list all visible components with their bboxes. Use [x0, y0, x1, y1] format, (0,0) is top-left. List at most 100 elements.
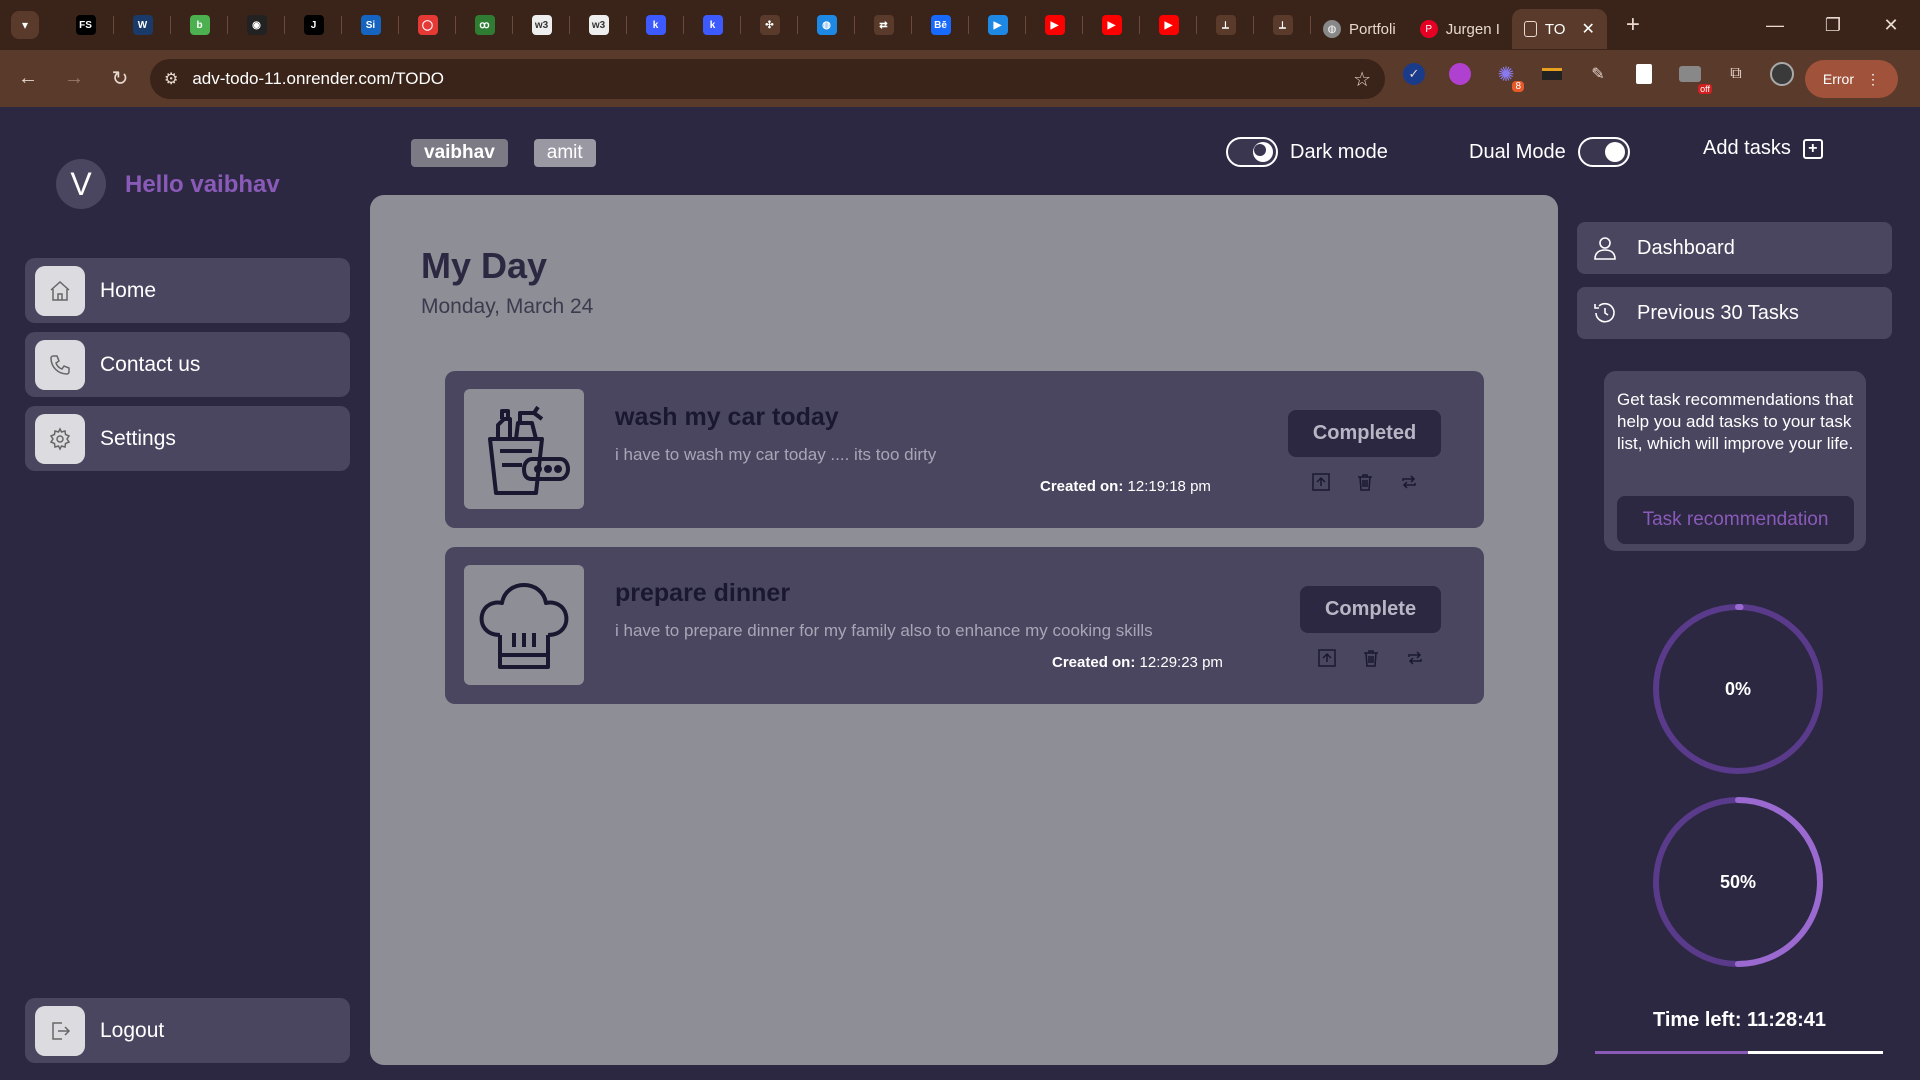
pinned-tab[interactable]: w3	[513, 0, 570, 50]
pinned-tab[interactable]: ▶	[1026, 0, 1083, 50]
sidebar-item-settings[interactable]: Settings	[25, 406, 350, 471]
pinned-tab[interactable]: ⟂	[1254, 0, 1311, 50]
progress-label: 50%	[1719, 871, 1757, 892]
sidebar-item-home[interactable]: Home	[25, 258, 350, 323]
pinned-tab[interactable]: ⇄	[855, 0, 912, 50]
profile-icon[interactable]	[1768, 60, 1796, 88]
w-logo-icon: W	[132, 15, 153, 35]
close-icon[interactable]: ✕	[1581, 19, 1594, 39]
check-icon[interactable]: ✓	[1400, 60, 1428, 88]
add-square-icon[interactable]: +	[1802, 138, 1823, 159]
task-card: prepare dinner i have to prepare dinner …	[445, 547, 1484, 704]
sidebar-item-label: Home	[100, 278, 157, 302]
toggle-knob	[1604, 142, 1625, 162]
recommendation-text: Get task recommendations that help you a…	[1617, 390, 1854, 453]
extensions-icon[interactable]: ⧉	[1722, 60, 1750, 88]
restore-button[interactable]: ❐	[1804, 0, 1862, 50]
dual-mode-label: Dual Mode	[1469, 140, 1566, 163]
pinned-tab[interactable]: ✣	[741, 0, 798, 50]
time-left-fill	[1595, 1051, 1748, 1054]
pinned-tab[interactable]: Si	[342, 0, 399, 50]
pinned-tab[interactable]: ▶	[1083, 0, 1140, 50]
site-settings-icon[interactable]: ⚙	[164, 69, 178, 89]
error-button[interactable]: Error ⋮	[1804, 60, 1898, 98]
browser-toolbar: ← → ↻ ⚙ adv-todo-11.onrender.com/TODO ☆ …	[0, 50, 1920, 107]
pinned-tab[interactable]: ◍	[798, 0, 855, 50]
tab-todo-active[interactable]: TO ✕	[1511, 9, 1607, 49]
pinned-tab[interactable]: FS	[57, 0, 114, 50]
dark-mode-toggle[interactable]	[1226, 137, 1278, 167]
folder-icon[interactable]	[1538, 60, 1566, 88]
pinned-tab[interactable]: ꝏ	[456, 0, 513, 50]
minimize-button[interactable]: —	[1746, 0, 1804, 50]
cleaning-supplies-icon	[464, 389, 584, 509]
trash-icon[interactable]	[1358, 645, 1383, 670]
bookmark-star-icon[interactable]: ☆	[1353, 67, 1371, 92]
pinned-tab[interactable]: J	[285, 0, 342, 50]
pinned-tab[interactable]: b	[171, 0, 228, 50]
completed-button[interactable]: Completed	[1288, 410, 1441, 457]
upload-icon[interactable]	[1308, 469, 1333, 494]
task-actions	[1308, 469, 1421, 494]
extensions-bar: ✓ ✺ 8 ✎ off ⧉	[1400, 60, 1796, 94]
pinned-tab[interactable]: ▶	[1140, 0, 1197, 50]
error-label: Error	[1822, 71, 1854, 87]
task-actions	[1314, 645, 1427, 670]
pen-icon[interactable]: ✎	[1584, 60, 1612, 88]
close-window-button[interactable]: ✕	[1862, 0, 1920, 50]
pinned-tab[interactable]: W	[114, 0, 171, 50]
globe-icon: ◍	[816, 15, 837, 35]
logout-button[interactable]: Logout	[25, 998, 350, 1063]
user-tab-amit[interactable]: amit	[533, 139, 596, 167]
complete-button[interactable]: Complete	[1300, 586, 1441, 633]
dual-mode-control: Dual Mode	[1469, 137, 1630, 167]
pinned-tab[interactable]: ◯	[399, 0, 456, 50]
created-time: 12:29:23 pm	[1139, 654, 1223, 671]
pinned-tab[interactable]: k	[684, 0, 741, 50]
add-tasks-control[interactable]: Add tasks +	[1703, 137, 1823, 160]
cursor-icon[interactable]: ✺ 8	[1492, 60, 1524, 92]
user-tabs: vaibhav amit	[411, 139, 596, 167]
arrow-icon: ⇄	[873, 15, 894, 35]
back-button[interactable]: ←	[10, 61, 46, 97]
pinterest-icon: P	[1419, 20, 1438, 38]
tab-portfolio[interactable]: ◍ Portfoli	[1311, 9, 1408, 49]
globe-icon: ◍	[1323, 20, 1341, 38]
previous-tasks-button[interactable]: Previous 30 Tasks	[1577, 287, 1892, 339]
task-title: prepare dinner	[615, 579, 791, 607]
dark-mode-label: Dark mode	[1290, 140, 1388, 163]
task-card: wash my car today i have to wash my car …	[445, 371, 1484, 528]
doc-icon	[1523, 21, 1537, 37]
address-bar[interactable]: ⚙ adv-todo-11.onrender.com/TODO ☆	[150, 59, 1385, 99]
book-icon[interactable]	[1630, 60, 1658, 88]
puzzle-icon[interactable]	[1446, 60, 1474, 88]
user-tab-vaibhav[interactable]: vaibhav	[411, 139, 508, 167]
tab-jurgen[interactable]: P Jurgen I	[1408, 9, 1512, 49]
pinned-tab[interactable]: ▶	[969, 0, 1026, 50]
dashboard-button[interactable]: Dashboard	[1577, 222, 1892, 274]
repeat-icon[interactable]	[1396, 469, 1421, 494]
pinned-tab[interactable]: w3	[570, 0, 627, 50]
reload-button[interactable]: ↻	[102, 61, 138, 97]
pinned-tab[interactable]: Bē	[912, 0, 969, 50]
tab-search-button[interactable]: ▾	[11, 11, 39, 39]
new-tab-button[interactable]: +	[1613, 5, 1653, 45]
repeat-icon[interactable]	[1402, 645, 1427, 670]
url-text: adv-todo-11.onrender.com/TODO	[192, 69, 445, 88]
forward-button[interactable]: →	[56, 61, 92, 97]
logout-label: Logout	[100, 1018, 165, 1042]
pinned-tab[interactable]: k	[627, 0, 684, 50]
more-vertical-icon: ⋮	[1866, 70, 1880, 87]
task-recommendation-button[interactable]: Task recommendation	[1617, 496, 1854, 544]
trash-icon[interactable]	[1352, 469, 1377, 494]
upload-icon[interactable]	[1314, 645, 1339, 670]
created-label: Created on:	[1040, 478, 1124, 495]
youtube-icon: ▶	[1101, 15, 1122, 35]
task-created: Created on: 12:29:23 pm	[1052, 654, 1223, 671]
pinned-tab[interactable]: ⟂	[1197, 0, 1254, 50]
gear-icon	[35, 413, 85, 464]
pinned-tab[interactable]: ◉	[228, 0, 285, 50]
off-icon[interactable]: off	[1676, 60, 1712, 94]
dual-mode-toggle[interactable]	[1577, 137, 1630, 167]
sidebar-item-contact[interactable]: Contact us	[25, 332, 350, 397]
